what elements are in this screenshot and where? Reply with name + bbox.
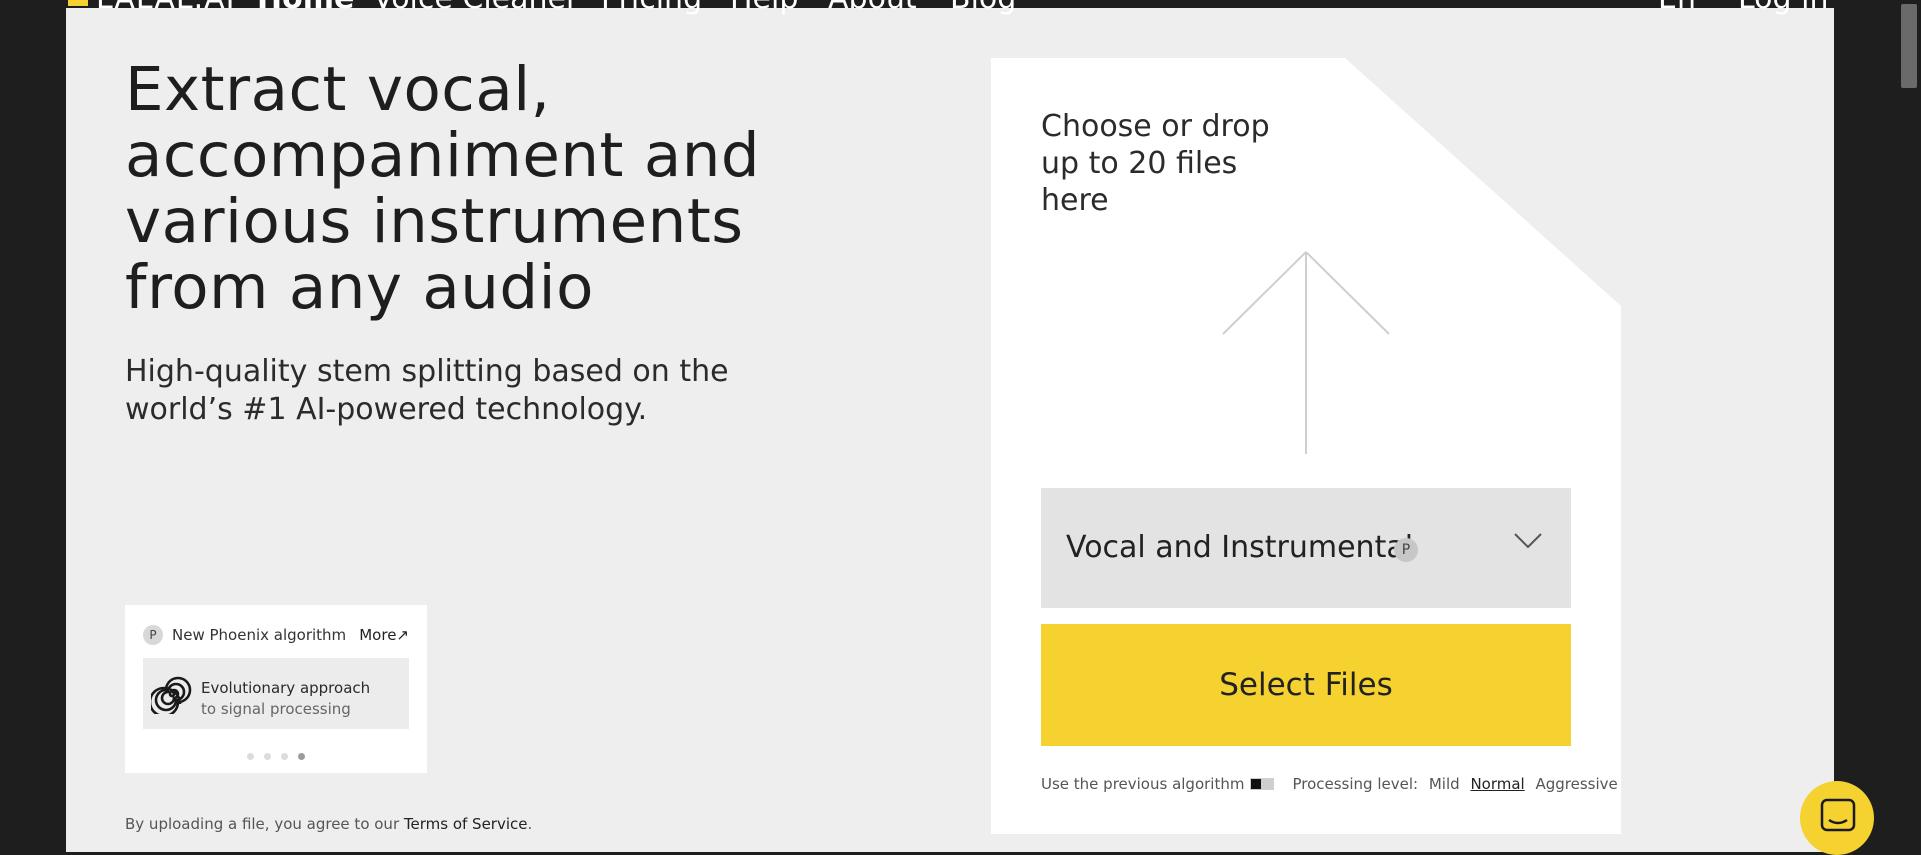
logo[interactable]: LALAL.AI — [96, 0, 235, 14]
promo-slide[interactable]: Evolutionary approach to signal processi… — [143, 658, 409, 729]
drop-line: Choose or drop — [1041, 109, 1270, 144]
external-arrow-icon: ↗ — [396, 626, 409, 644]
language-selector[interactable]: En — [1658, 0, 1696, 14]
terms-prefix: By uploading a file, you agree to our — [125, 815, 400, 833]
terms-suffix: . — [527, 815, 533, 833]
spiral-icon — [151, 676, 192, 714]
terms-notice: By uploading a file, you agree to our Te… — [125, 815, 532, 833]
chat-icon — [1820, 798, 1856, 832]
hero-subtitle-line: High-quality stem splitting based on the — [125, 354, 729, 389]
hero-subtitle: High-quality stem splitting based on the… — [125, 353, 765, 429]
terms-of-service-link[interactable]: Terms of Service — [404, 815, 528, 833]
hero-subtitle-line: world’s #1 AI-powered technology. — [125, 392, 648, 427]
top-nav: LALAL.AI Home Voice Cleaner Pricing Help… — [66, 0, 1834, 14]
page: LALAL.AI Home Voice Cleaner Pricing Help… — [66, 0, 1834, 852]
nav-item-about[interactable]: About — [828, 0, 917, 14]
nav-item-home[interactable]: Home — [257, 0, 354, 14]
level-aggressive[interactable]: Aggressive — [1536, 775, 1618, 793]
level-mild[interactable]: Mild — [1429, 775, 1460, 793]
carousel-dot[interactable] — [247, 753, 254, 760]
scrollbar[interactable] — [1899, 0, 1921, 852]
login-link[interactable]: Log in — [1738, 0, 1828, 14]
nav-item-blog[interactable]: Blog — [950, 0, 1016, 14]
previous-algorithm-toggle[interactable] — [1250, 778, 1275, 790]
arrow-up-icon — [1222, 251, 1390, 454]
carousel-dot[interactable] — [264, 753, 271, 760]
logo-icon — [68, 0, 88, 6]
chevron-down-icon — [1514, 533, 1542, 549]
more-link[interactable]: More↗ — [359, 626, 409, 644]
nav-item-voice-cleaner[interactable]: Voice Cleaner — [373, 0, 578, 14]
hero-title-line: Extract vocal, — [125, 54, 551, 125]
level-normal[interactable]: Normal — [1470, 775, 1524, 793]
processing-options: Use the previous algorithm Processing lev… — [1041, 775, 1618, 793]
phoenix-badge-icon: P — [1394, 538, 1418, 562]
more-link-label: More — [359, 626, 397, 644]
stem-type-value: Vocal and Instrumental — [1066, 530, 1414, 565]
scrollbar-thumb[interactable] — [1901, 4, 1917, 88]
hero-title-line: accompaniment and — [125, 120, 761, 191]
nav-item-help[interactable]: Help — [730, 0, 798, 14]
hero-title-line: various instruments — [125, 186, 744, 257]
select-files-button[interactable]: Select Files — [1041, 624, 1571, 746]
carousel-dots — [125, 745, 427, 764]
chat-button[interactable] — [1800, 781, 1874, 855]
stem-type-select[interactable]: Vocal and Instrumental P — [1041, 488, 1571, 608]
carousel-dot-active[interactable] — [298, 753, 305, 760]
carousel-dot[interactable] — [281, 753, 288, 760]
previous-algorithm-label: Use the previous algorithm — [1041, 775, 1245, 793]
drop-instructions: Choose or drop up to 20 files here — [1041, 108, 1281, 219]
processing-level-label: Processing level: — [1292, 775, 1419, 793]
phoenix-badge-icon: P — [143, 625, 163, 645]
upload-dropzone[interactable]: Choose or drop up to 20 files here Vocal… — [991, 58, 1621, 834]
promo-title: New Phoenix algorithm — [172, 626, 347, 644]
hero-title-line: from any audio — [125, 252, 594, 323]
drop-line: up to 20 files — [1041, 146, 1238, 181]
hero-title: Extract vocal, accompaniment and various… — [125, 57, 785, 321]
algorithm-promo-card: P New Phoenix algorithm More↗ Evolutiona… — [125, 605, 427, 773]
nav-item-pricing[interactable]: Pricing — [601, 0, 702, 14]
promo-slide-line2: to signal processing — [201, 700, 351, 718]
drop-line: here — [1041, 183, 1109, 218]
promo-slide-line1: Evolutionary approach — [201, 679, 371, 697]
